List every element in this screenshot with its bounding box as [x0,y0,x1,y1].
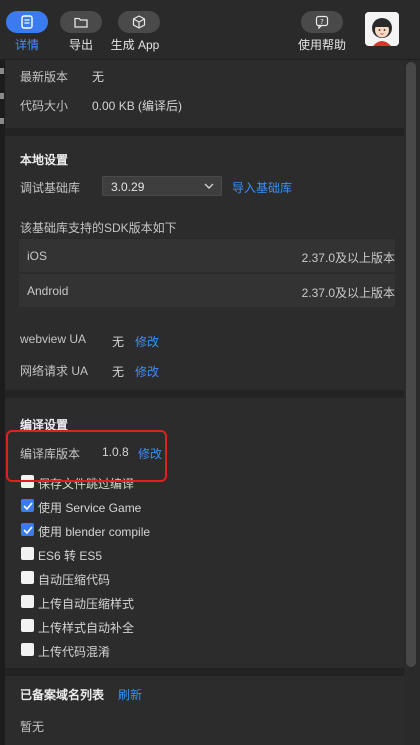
sdk-version: 2.37.0及以上版本 [301,251,395,265]
checkbox[interactable] [21,619,34,632]
option-label: 上传样式自动补全 [38,621,135,635]
folder-icon [60,11,102,33]
option-label: 自动压缩代码 [38,573,111,587]
code-size-value: 0.00 KB (编译后) [92,99,183,113]
document-icon [6,11,48,33]
network-ua-label: 网络请求 UA [20,364,89,378]
option-label: 上传自动压缩样式 [38,597,135,611]
help-label: 使用帮助 [298,38,347,52]
import-lib-link[interactable]: 导入基础库 [232,179,292,196]
checkbox[interactable] [21,547,34,560]
build-app-label: 生成 App [110,38,160,52]
option-row[interactable]: ES6 转 ES5 [5,545,305,563]
option-row[interactable]: 使用 Service Game [5,497,305,515]
option-row[interactable]: 使用 blender compile [5,521,305,539]
help-button[interactable]: ? 使用帮助 [298,11,347,53]
sdk-platform: Android [27,284,69,298]
sdk-version: 2.37.0及以上版本 [301,286,395,300]
debug-lib-select[interactable]: 3.0.29 [102,176,222,196]
scrollbar-thumb[interactable] [406,62,416,667]
option-label: 使用 blender compile [38,525,151,539]
export-button[interactable]: 导出 [59,11,103,53]
checkbox[interactable] [21,523,34,536]
details-panel: 最新版本 无 代码大小 0.00 KB (编译后) 本地设置 调试基础库 3.0… [5,60,404,745]
domain-empty-text: 暂无 [20,720,45,734]
option-label: 使用 Service Game [38,501,142,515]
webview-ua-value: 无 [112,335,125,349]
option-row[interactable]: 上传样式自动补全 [5,617,305,635]
latest-version-value: 无 [92,70,105,84]
local-settings-title: 本地设置 [20,153,69,167]
sdk-support-text: 该基础库支持的SDK版本如下 [20,221,177,235]
webview-ua-label: webview UA [20,332,87,346]
details-button[interactable]: 详情 [5,11,49,53]
svg-text:?: ? [320,18,324,26]
section-divider [5,128,404,136]
latest-version-label: 最新版本 [20,70,69,84]
sdk-version-table: iOS 2.37.0及以上版本 Android 2.37.0及以上版本 [19,238,395,310]
webview-ua-edit-link[interactable]: 修改 [135,333,159,350]
checkbox[interactable] [21,595,34,608]
debug-lib-label: 调试基础库 [20,181,81,195]
option-label: ES6 转 ES5 [38,549,103,563]
cube-icon [118,11,160,33]
build-app-button[interactable]: 生成 App [111,11,162,53]
checkbox[interactable] [21,571,34,584]
option-row[interactable]: 上传代码混淆 [5,641,305,659]
refresh-link[interactable]: 刷新 [118,686,142,703]
code-size-label: 代码大小 [20,99,69,113]
option-label: 上传代码混淆 [38,645,111,659]
option-row[interactable]: 自动压缩代码 [5,569,305,587]
export-label: 导出 [68,38,93,52]
sdk-platform: iOS [27,249,48,263]
section-divider [5,668,404,676]
avatar[interactable] [365,12,399,46]
chevron-down-icon [204,183,214,189]
checkmark-icon [22,525,33,534]
section-divider [5,390,404,398]
top-toolbar: 详情 导出 生成 App ? 使用帮助 [0,0,420,60]
domain-list-title: 已备案域名列表 [20,688,105,702]
checkbox[interactable] [21,643,34,656]
checkmark-icon [22,501,33,510]
network-ua-edit-link[interactable]: 修改 [135,363,159,380]
checkbox[interactable] [21,499,34,512]
table-row: Android 2.37.0及以上版本 [19,273,395,307]
debug-lib-value: 3.0.29 [111,180,145,194]
details-label: 详情 [14,38,39,52]
table-row: iOS 2.37.0及以上版本 [19,238,395,272]
network-ua-value: 无 [112,365,125,379]
help-icon: ? [301,11,343,33]
option-row[interactable]: 上传自动压缩样式 [5,593,305,611]
highlight-box [6,430,167,482]
